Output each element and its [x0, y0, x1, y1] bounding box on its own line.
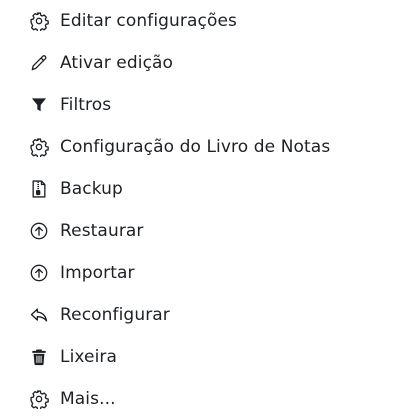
trash-icon [28, 346, 50, 368]
menu-item-recycle-bin[interactable]: Lixeira [28, 336, 117, 378]
menu-item-label: Ativar edição [60, 53, 174, 73]
menu-item-backup[interactable]: Backup [28, 168, 123, 210]
menu-item-label: Filtros [60, 95, 112, 115]
pencil-icon [28, 52, 50, 74]
circle-arrow-up-icon [28, 262, 50, 284]
menu-item-label: Configuração do Livro de Notas [60, 137, 331, 157]
menu-item-label: Reconfigurar [60, 305, 170, 325]
file-archive-icon [28, 178, 50, 200]
gear-icon [28, 10, 50, 32]
gear-icon [28, 388, 50, 410]
menu-item-more[interactable]: Mais... [28, 378, 116, 420]
reply-icon [28, 304, 50, 326]
menu-item-reset[interactable]: Reconfigurar [28, 294, 170, 336]
menu-item-edit-settings[interactable]: Editar configurações [28, 0, 237, 42]
menu-item-import[interactable]: Importar [28, 252, 135, 294]
filter-icon [28, 94, 50, 116]
settings-menu: Editar configurações Ativar edição Filtr… [0, 0, 407, 411]
menu-item-filters[interactable]: Filtros [28, 84, 111, 126]
menu-item-restore[interactable]: Restaurar [28, 210, 144, 252]
menu-item-label: Lixeira [60, 347, 118, 367]
menu-item-label: Backup [60, 179, 123, 199]
menu-item-label: Restaurar [60, 221, 144, 241]
gear-icon [28, 136, 50, 158]
menu-item-turn-editing-on[interactable]: Ativar edição [28, 42, 173, 84]
circle-arrow-up-icon [28, 220, 50, 242]
menu-item-label: Mais... [60, 389, 116, 409]
menu-item-gradebook-setup[interactable]: Configuração do Livro de Notas [28, 126, 330, 168]
menu-item-label: Importar [60, 263, 135, 283]
menu-item-label: Editar configurações [60, 11, 237, 31]
